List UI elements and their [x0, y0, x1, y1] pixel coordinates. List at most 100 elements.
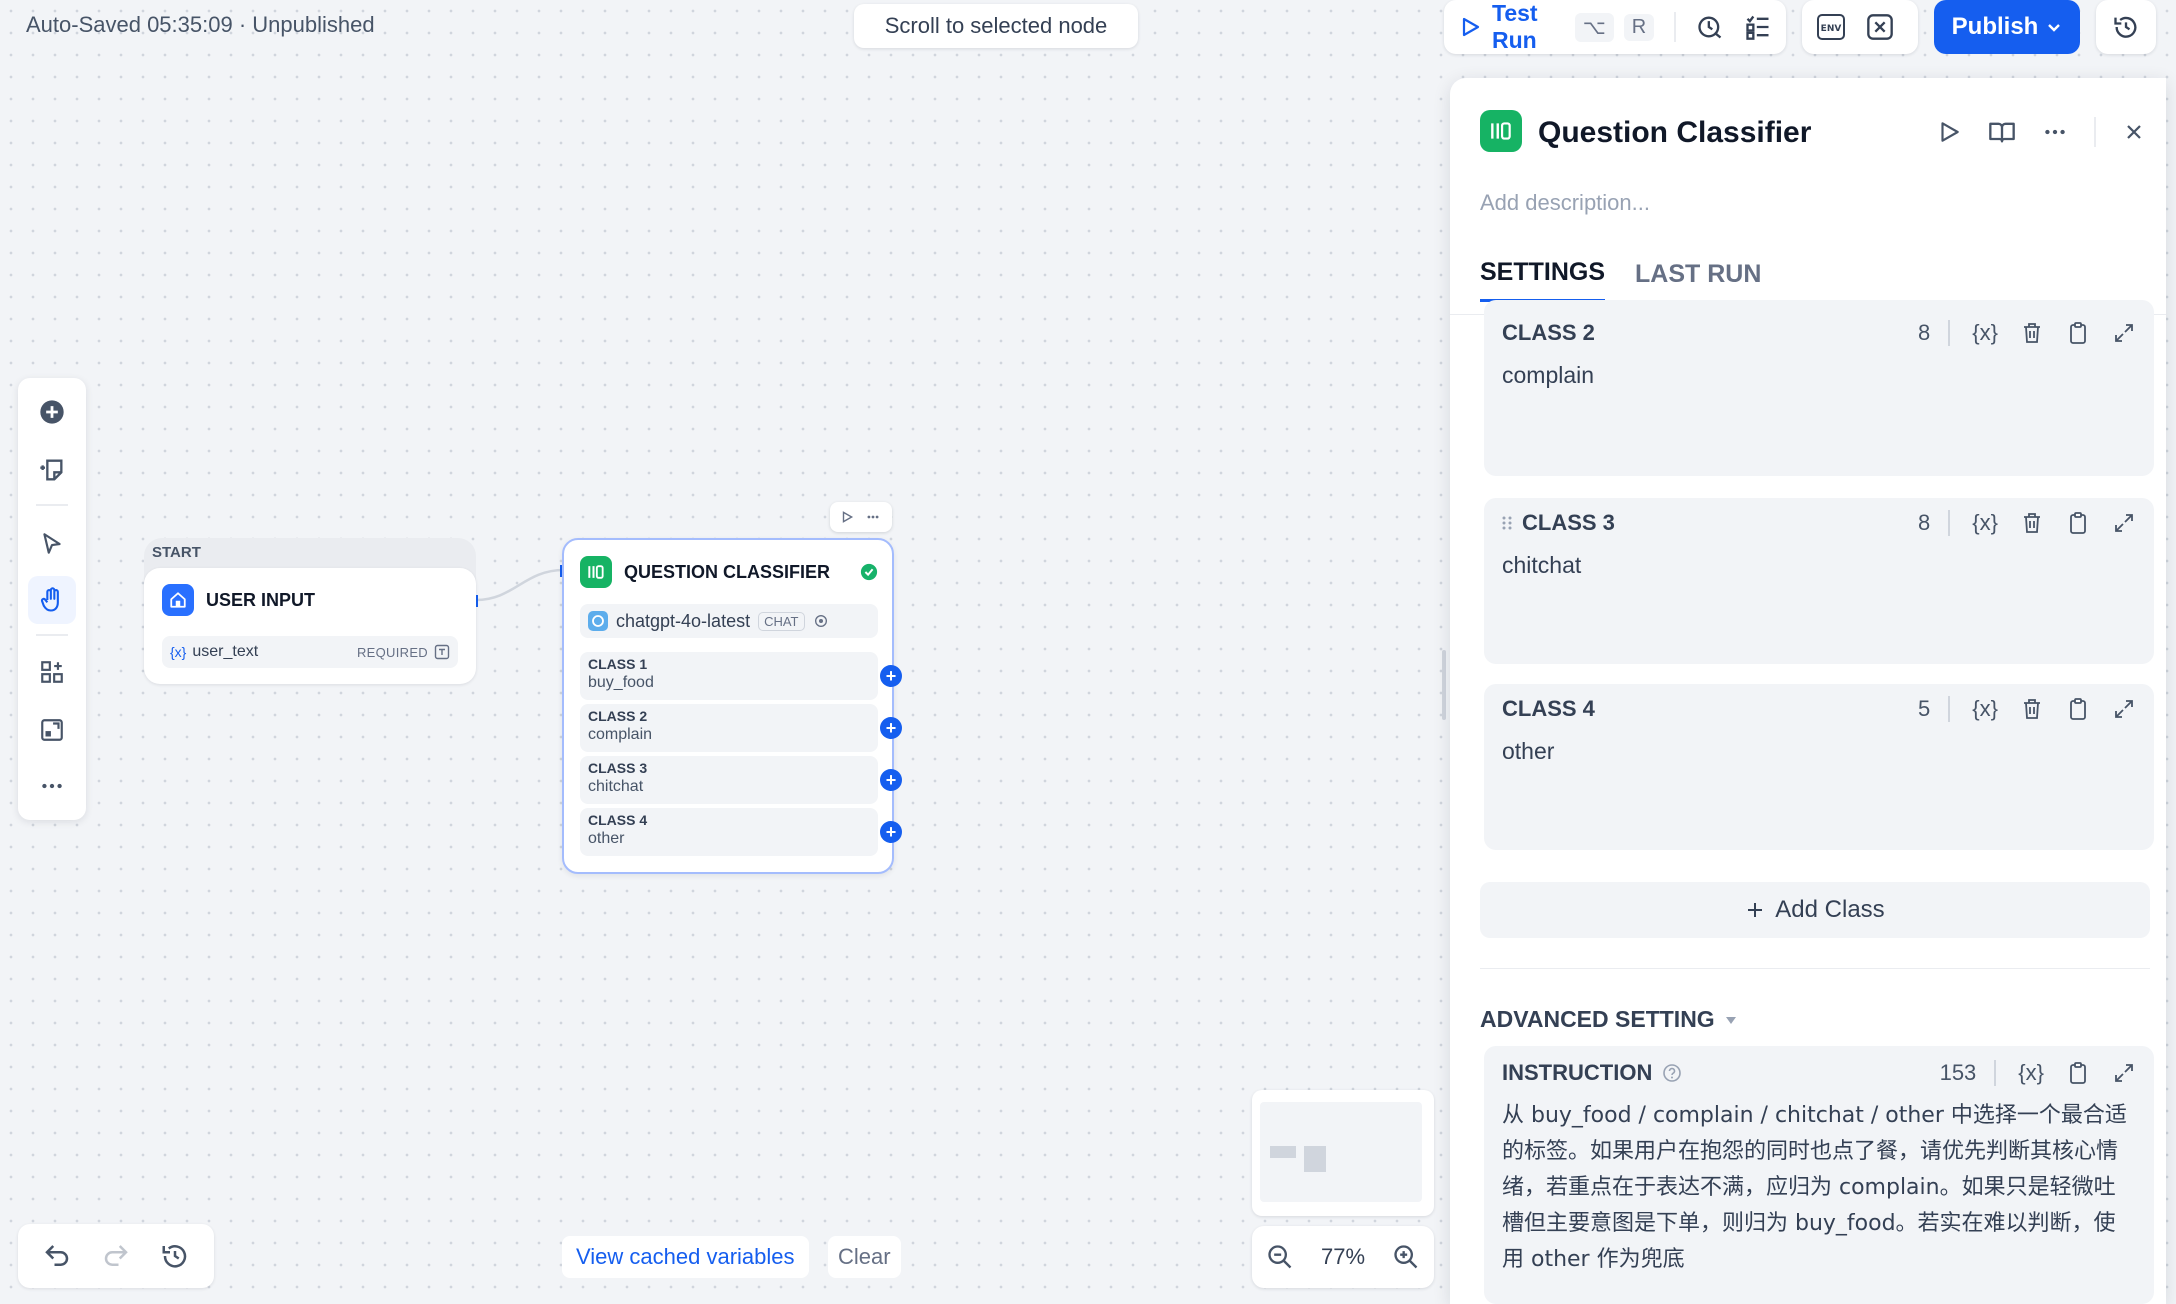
scroll-to-selected-button[interactable]: Scroll to selected node: [854, 4, 1138, 48]
add-next-node-handle[interactable]: +: [880, 769, 902, 791]
add-note-button[interactable]: [28, 446, 76, 494]
variable-icon[interactable]: [1866, 13, 1894, 41]
zoom-out-icon[interactable]: [1266, 1243, 1294, 1271]
play-icon: [1458, 15, 1482, 39]
panel-actions: [1936, 112, 2146, 152]
close-icon[interactable]: [2122, 120, 2146, 144]
organize-icon: [41, 661, 63, 683]
version-history-button[interactable]: [2096, 0, 2156, 54]
run-node-icon[interactable]: [840, 510, 854, 524]
view-cached-variables-button[interactable]: View cached variables: [562, 1236, 809, 1278]
classifier-node-title: QUESTION CLASSIFIER: [624, 561, 831, 582]
description-input[interactable]: Add description...: [1480, 190, 1650, 216]
zoom-in-icon[interactable]: [1392, 1243, 1420, 1271]
expand-icon[interactable]: [2112, 697, 2136, 721]
clipboard-icon[interactable]: [2066, 697, 2090, 721]
redo-icon[interactable]: [101, 1241, 131, 1271]
add-next-node-handle[interactable]: +: [880, 665, 902, 687]
trash-icon[interactable]: [2020, 697, 2044, 721]
class-text[interactable]: complain: [1502, 362, 2136, 389]
publish-button[interactable]: Publish: [1934, 0, 2080, 54]
publish-label: Publish: [1951, 13, 2039, 40]
start-node[interactable]: START USER INPUT {x} user_text REQUIRED: [144, 538, 476, 684]
test-run-button[interactable]: Test Run ⌥ R: [1458, 0, 1655, 54]
organize-blocks-button[interactable]: [28, 648, 76, 696]
clipboard-icon[interactable]: [2066, 511, 2090, 535]
expand-icon[interactable]: [2112, 511, 2136, 535]
question-classifier-node[interactable]: QUESTION CLASSIFIER chatgpt-4o-latest CH…: [562, 538, 902, 874]
history-run-icon[interactable]: [1696, 13, 1724, 41]
expand-icon[interactable]: [2112, 1061, 2136, 1085]
class-label: CLASS 4: [1502, 696, 1595, 721]
class-editor[interactable]: CLASS 4 5 {x} other: [1484, 684, 2154, 850]
model-settings-icon[interactable]: [813, 613, 829, 629]
advanced-setting-toggle[interactable]: ADVANCED SETTING: [1480, 1006, 1737, 1033]
add-node-button[interactable]: [28, 388, 76, 436]
panel-title[interactable]: Question Classifier: [1538, 116, 1811, 150]
class-value: other: [588, 830, 625, 847]
minimap-node: [1270, 1146, 1296, 1158]
class-text[interactable]: chitchat: [1502, 552, 2136, 579]
add-next-node-handle[interactable]: +: [880, 821, 902, 843]
more-tools-button[interactable]: [28, 762, 76, 810]
book-icon[interactable]: [1988, 118, 2016, 146]
pointer-mode-button[interactable]: [28, 520, 76, 568]
insert-variable-icon[interactable]: {x}: [1972, 320, 1998, 346]
edge-start-to-classifier: [474, 565, 565, 607]
fit-view-button[interactable]: [28, 706, 76, 754]
class-editor[interactable]: CLASS 3 8 {x} chitchat: [1484, 498, 2154, 664]
undo-icon[interactable]: [42, 1241, 72, 1271]
env-icon[interactable]: ENV: [1816, 13, 1846, 41]
class-value: complain: [588, 726, 653, 743]
minimap-node: [1304, 1146, 1326, 1172]
insert-variable-icon[interactable]: {x}: [1972, 696, 1998, 722]
start-node-card[interactable]: USER INPUT {x} user_text REQUIRED: [144, 568, 476, 684]
class-editor[interactable]: CLASS 2 8 {x} complain: [1484, 300, 2154, 476]
class-text[interactable]: other: [1502, 738, 2136, 765]
caret-down-icon: [1725, 1015, 1737, 1025]
help-icon[interactable]: [1662, 1063, 1682, 1083]
drag-icon[interactable]: [1502, 515, 1512, 531]
add-class-button[interactable]: Add Class: [1480, 882, 2150, 938]
class-label: CLASS 3: [1522, 510, 1615, 535]
clipboard-icon[interactable]: [2066, 321, 2090, 345]
play-icon[interactable]: [1936, 119, 1962, 145]
text-type-icon: [434, 644, 450, 660]
class-label: CLASS 2: [588, 708, 648, 724]
tab-settings[interactable]: SETTINGS: [1480, 258, 1606, 302]
class-value: chitchat: [588, 778, 644, 795]
minimap-viewport: [1260, 1102, 1422, 1202]
minimap[interactable]: [1252, 1090, 1434, 1216]
class-label: CLASS 1: [588, 656, 648, 672]
expand-icon[interactable]: [2112, 321, 2136, 345]
clear-cache-button[interactable]: Clear: [828, 1236, 901, 1278]
node-more-icon[interactable]: [864, 510, 882, 524]
checklist-icon[interactable]: [1744, 13, 1772, 41]
insert-variable-icon[interactable]: {x}: [2018, 1060, 2044, 1086]
insert-variable-icon[interactable]: {x}: [1972, 510, 1998, 536]
model-name: chatgpt-4o-latest: [616, 610, 751, 631]
variable-icon: {x}: [170, 644, 187, 660]
autosave-status: Auto-Saved 05:35:09 · Unpublished: [26, 12, 375, 37]
instruction-text[interactable]: 从 buy_food / complain / chitchat / other…: [1502, 1098, 2136, 1278]
zoom-level[interactable]: 77%: [1321, 1244, 1365, 1270]
hand-mode-button[interactable]: [28, 576, 76, 624]
model-selector[interactable]: chatgpt-4o-latest CHAT: [580, 604, 878, 638]
panel-resize-handle[interactable]: [1442, 650, 1446, 720]
divider: [36, 634, 68, 636]
variable-name: user_text: [192, 643, 259, 660]
test-run-label: Test Run: [1492, 0, 1538, 53]
instruction-editor[interactable]: INSTRUCTION 153 {x} 从 buy_food / complai…: [1484, 1046, 2154, 1304]
trash-icon[interactable]: [2020, 511, 2044, 535]
clipboard-icon[interactable]: [2066, 1061, 2090, 1085]
add-next-node-handle[interactable]: +: [880, 717, 902, 739]
more-icon[interactable]: [2042, 119, 2068, 145]
trash-icon[interactable]: [2020, 321, 2044, 345]
input-variable-row[interactable]: {x} user_text REQUIRED: [162, 636, 458, 668]
success-check-icon: [860, 563, 878, 581]
tab-last-run[interactable]: LAST RUN: [1635, 260, 1761, 301]
change-history-icon[interactable]: [160, 1241, 190, 1271]
class-label: CLASS 4: [588, 812, 648, 828]
note-icon: [40, 459, 63, 481]
class-row: CLASS 2 complain +: [580, 704, 902, 752]
